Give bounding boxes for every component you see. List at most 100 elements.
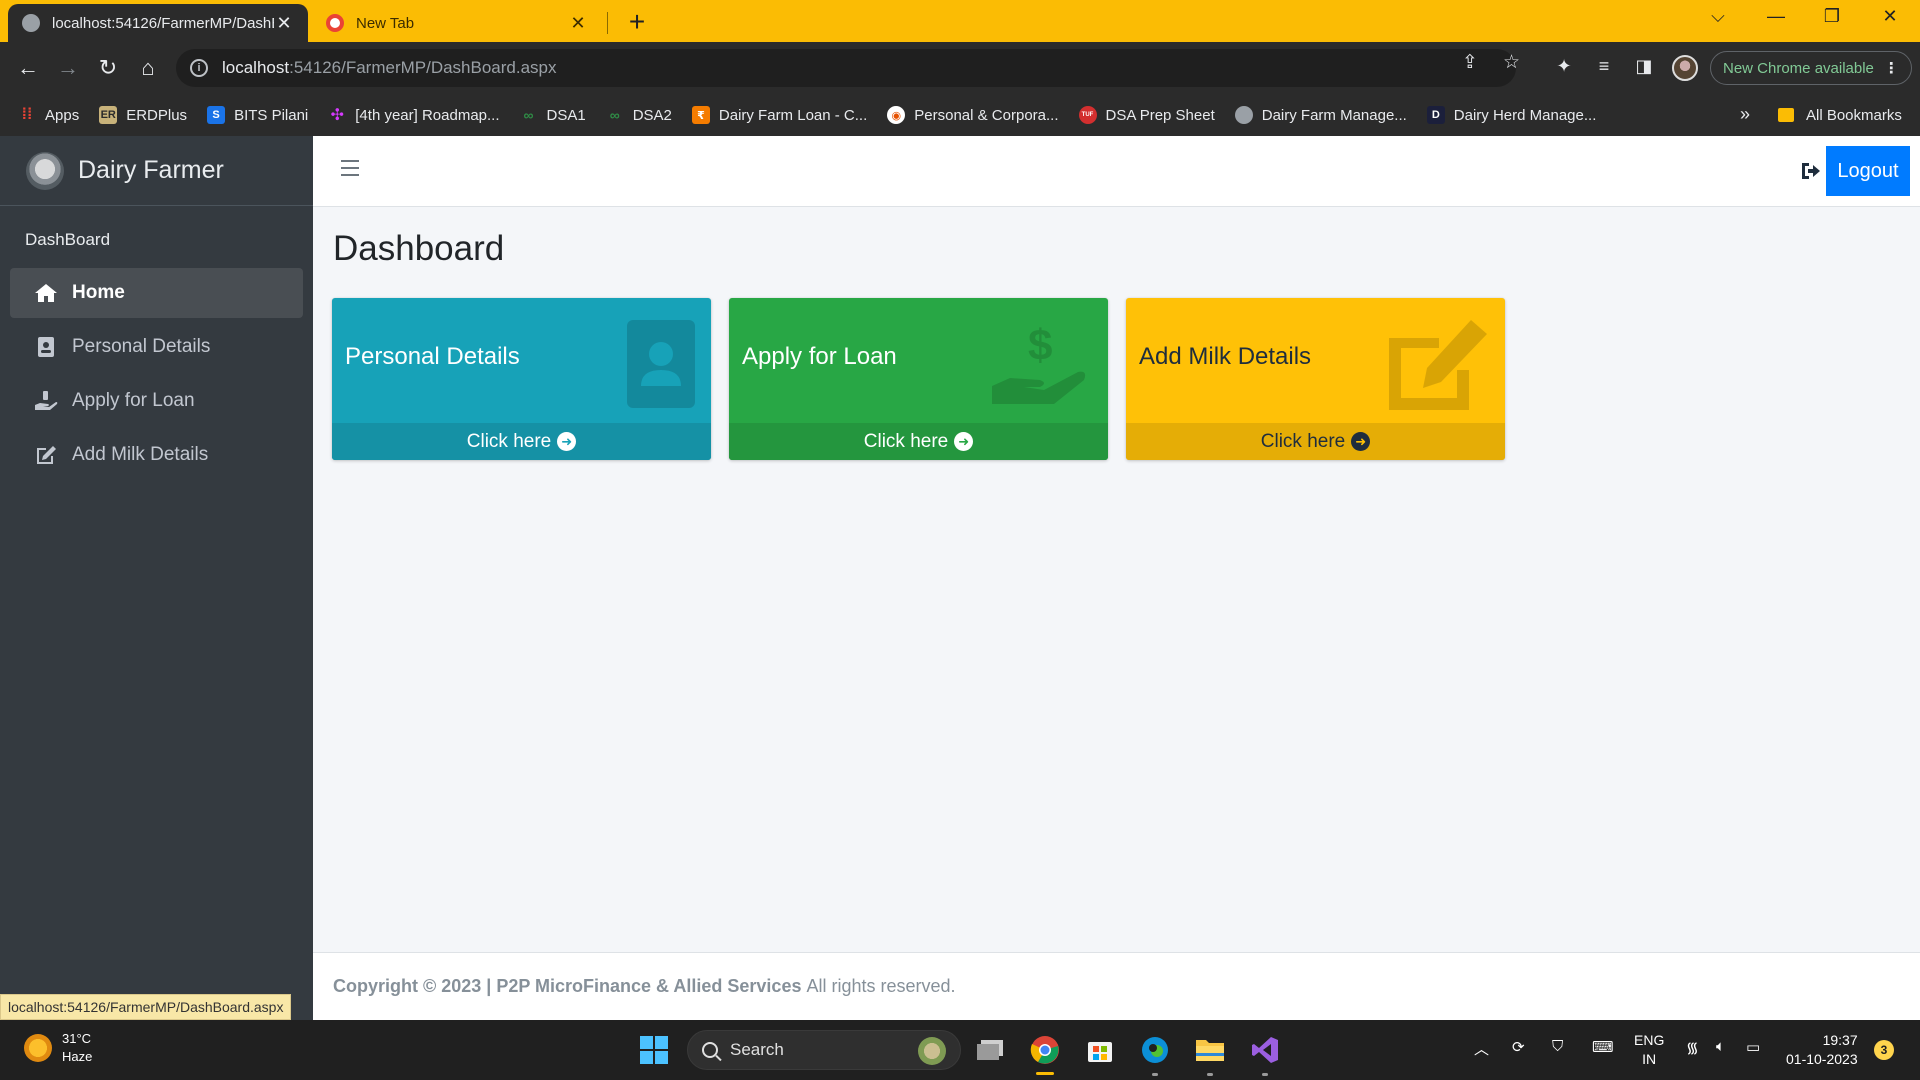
- card-personal-details: Personal Details Click here ➜: [332, 298, 711, 460]
- edge-icon[interactable]: [1137, 1032, 1173, 1068]
- logout-button[interactable]: Logout: [1826, 146, 1910, 196]
- clock-time: 19:37: [1822, 1032, 1858, 1048]
- sidebar-item-label: Personal Details: [72, 336, 211, 357]
- hand-dollar-icon: $: [992, 320, 1092, 415]
- profile-avatar[interactable]: [1672, 55, 1698, 81]
- menu-toggle-icon[interactable]: [341, 160, 359, 181]
- sidebar-item-apply-for-loan[interactable]: Apply for Loan: [10, 376, 303, 426]
- keyboard-icon[interactable]: ⌨: [1592, 1038, 1614, 1056]
- card-add-milk-details: Add Milk Details Click here ➜: [1126, 298, 1505, 460]
- card-footer-label: Click here: [863, 430, 949, 452]
- edit-icon: [1389, 320, 1489, 415]
- info-icon[interactable]: i: [190, 59, 208, 77]
- brand-text: Dairy Farmer: [78, 156, 224, 184]
- task-view-icon[interactable]: [972, 1032, 1008, 1068]
- search-icon: [702, 1042, 718, 1058]
- running-app-indicator: [1152, 1073, 1158, 1076]
- update-chrome-button[interactable]: New Chrome available ⋮: [1710, 51, 1912, 85]
- folder-icon: [1778, 108, 1794, 122]
- tab-strip: localhost:54126/FarmerMP/DashBoard.aspx …: [0, 0, 1920, 42]
- card-footer-label: Click here: [466, 430, 552, 452]
- page-title: Dashboard: [333, 229, 505, 268]
- tab-divider: [607, 12, 608, 34]
- close-icon[interactable]: ✕: [568, 13, 588, 34]
- media-icon[interactable]: ≡: [1592, 56, 1616, 80]
- sidebar-item-add-milk-details[interactable]: Add Milk Details: [10, 430, 303, 480]
- apps-grid-icon: ⁞⁞: [21, 106, 33, 123]
- visual-studio-icon[interactable]: [1247, 1032, 1283, 1068]
- tab-title: New Tab: [356, 14, 415, 32]
- bookmark-apps[interactable]: ⁞⁞ Apps: [18, 106, 80, 124]
- sidebar-item-label: Apply for Loan: [72, 390, 195, 411]
- card-body: Apply for Loan $: [729, 298, 1108, 423]
- home-icon: [34, 283, 58, 303]
- bookmarks-overflow-button[interactable]: »: [1740, 104, 1750, 125]
- microsoft-store-icon[interactable]: [1082, 1032, 1118, 1068]
- taskbar: 31°C Haze Search ︿ ⟳ ⛉ ⌨ ENG IN ᯾ 🔈︎ ▭ 1…: [0, 1020, 1920, 1080]
- bookmark-label: Dairy Farm Loan - C...: [718, 106, 868, 124]
- chrome-taskbar-icon[interactable]: [1027, 1032, 1063, 1068]
- battery-icon[interactable]: ▭: [1746, 1038, 1760, 1056]
- reload-icon[interactable]: ↻: [94, 54, 122, 82]
- extensions-icon[interactable]: ✦: [1552, 56, 1576, 80]
- restore-icon[interactable]: ❐: [1812, 6, 1852, 36]
- region-code: IN: [1642, 1051, 1657, 1067]
- sidebar-item-home[interactable]: Home: [10, 268, 303, 318]
- new-tab-button[interactable]: +: [622, 6, 652, 38]
- bookmark-label: DSA1: [546, 106, 586, 124]
- volume-icon[interactable]: 🔈︎: [1716, 1038, 1725, 1055]
- side-panel-icon[interactable]: ◨: [1632, 56, 1656, 80]
- bookmark-dsa1[interactable]: ∞ DSA1: [520, 106, 586, 124]
- tab-search-chevron-icon[interactable]: ⌵: [1698, 6, 1738, 36]
- back-icon[interactable]: ←: [14, 54, 42, 82]
- weather-widget[interactable]: 31°C Haze: [24, 1030, 92, 1066]
- file-explorer-icon[interactable]: [1192, 1032, 1228, 1068]
- sidebar-item-label: Add Milk Details: [72, 444, 209, 465]
- bookmark-dairy-farm-loan[interactable]: ₹ Dairy Farm Loan - C...: [691, 106, 868, 124]
- sync-icon[interactable]: ⟳: [1512, 1038, 1525, 1056]
- bookmark-erdplus[interactable]: ER ERDPlus: [99, 106, 187, 124]
- sign-out-icon[interactable]: [1800, 160, 1822, 182]
- close-icon[interactable]: ✕: [274, 13, 294, 34]
- bookmark-roadmap[interactable]: ✣ [4th year] Roadmap...: [328, 106, 500, 125]
- windows-start-icon[interactable]: [636, 1032, 672, 1068]
- forward-icon[interactable]: →: [54, 54, 82, 82]
- active-app-indicator: [1036, 1072, 1054, 1075]
- brand-link[interactable]: Dairy Farmer: [0, 136, 313, 206]
- minimize-icon[interactable]: —: [1756, 6, 1796, 36]
- bookmark-bits-pilani[interactable]: S BITS Pilani: [207, 106, 308, 124]
- running-app-indicator: [1207, 1073, 1213, 1076]
- bookmark-personal-corporate[interactable]: ◉ Personal & Corpora...: [887, 106, 1059, 124]
- card-footer-link[interactable]: Click here ➜: [1126, 423, 1505, 460]
- tab-dashboard[interactable]: localhost:54126/FarmerMP/DashBoard.aspx …: [8, 4, 308, 42]
- language-code: ENG: [1634, 1032, 1665, 1048]
- wifi-icon[interactable]: ᯾: [1686, 1038, 1699, 1058]
- bookmark-label: [4th year] Roadmap...: [355, 106, 500, 124]
- bookmark-dairy-herd-manage[interactable]: D Dairy Herd Manage...: [1426, 106, 1596, 124]
- sidebar-item-personal-details[interactable]: Personal Details: [10, 322, 303, 372]
- card-footer-link[interactable]: Click here ➜: [729, 423, 1108, 460]
- chrome-icon: [326, 14, 344, 32]
- notification-badge[interactable]: 3: [1874, 1040, 1894, 1060]
- tab-new-tab[interactable]: New Tab ✕: [312, 4, 602, 42]
- roadmap-icon: ✣: [330, 107, 344, 124]
- taskbar-search[interactable]: Search: [687, 1030, 961, 1070]
- window-close-icon[interactable]: ✕: [1870, 6, 1910, 36]
- security-shield-icon[interactable]: ⛉: [1552, 1038, 1563, 1055]
- all-bookmarks-label: All Bookmarks: [1806, 106, 1902, 124]
- language-indicator[interactable]: ENG IN: [1634, 1031, 1664, 1069]
- all-bookmarks-button[interactable]: All Bookmarks: [1778, 94, 1902, 136]
- star-icon[interactable]: ☆: [1503, 51, 1520, 74]
- system-clock[interactable]: 19:37 01-10-2023: [1786, 1031, 1858, 1069]
- link-status-tooltip: localhost:54126/FarmerMP/DashBoard.aspx: [0, 994, 292, 1020]
- address-bar[interactable]: i localhost:54126/FarmerMP/DashBoard.asp…: [176, 49, 1516, 87]
- card-footer-link[interactable]: Click here ➜: [332, 423, 711, 460]
- personal-corp-icon: ◉: [887, 106, 906, 124]
- bookmark-dsa2[interactable]: ∞ DSA2: [606, 106, 672, 124]
- share-icon[interactable]: ⇪: [1462, 51, 1478, 74]
- tray-overflow-chevron-icon[interactable]: ︿: [1474, 1038, 1489, 1059]
- home-icon[interactable]: ⌂: [134, 54, 162, 82]
- bookmark-dairy-farm-manage[interactable]: Dairy Farm Manage...: [1234, 106, 1407, 124]
- bookmark-dsa-prep-sheet[interactable]: TUF DSA Prep Sheet: [1078, 106, 1215, 124]
- running-app-indicator: [1262, 1073, 1268, 1076]
